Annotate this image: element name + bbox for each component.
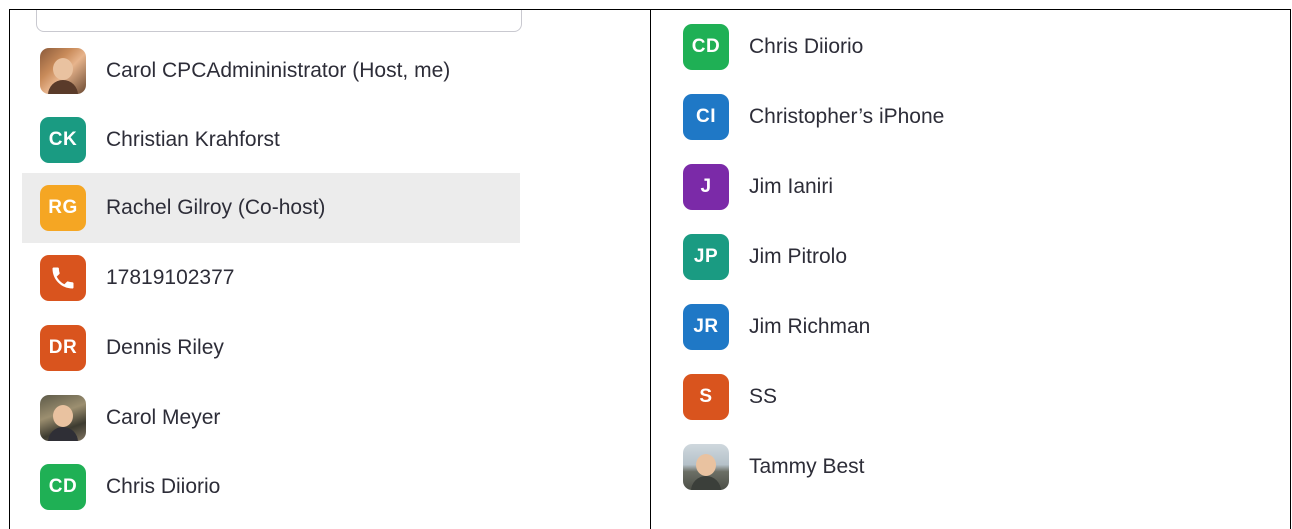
avatar-initials: S (683, 374, 729, 420)
photo-body (48, 427, 78, 441)
participant-row-chris-diiorio[interactable]: CD Chris Diiorio (651, 12, 1291, 82)
participant-name: Jim Pitrolo (749, 245, 848, 268)
search-input[interactable] (36, 10, 522, 32)
phone-icon (40, 255, 86, 301)
participant-name: Dennis Riley (106, 336, 224, 359)
participant-name: SS (749, 385, 778, 408)
participant-row-christopher-s-iphone[interactable]: CI Christopher’s iPhone (651, 82, 1291, 152)
participant-name: Jim Ianiri (749, 175, 834, 198)
avatar-initials: CI (683, 94, 729, 140)
avatar-photo (40, 395, 86, 441)
photo-body (48, 80, 78, 94)
participant-name: Chris Diiorio (749, 35, 864, 58)
participant-row-dennis-riley[interactable]: DR Dennis Riley (22, 313, 520, 383)
participant-name: Christian Krahforst (106, 128, 280, 151)
avatar-initials: JP (683, 234, 729, 280)
participants-panel-left: Carol CPCAdmininistrator (Host, me) CK Chr… (10, 10, 650, 529)
participant-name: Carol CPCAdmininistrator (Host, me) (106, 59, 451, 82)
avatar-initials: JR (683, 304, 729, 350)
photo-face (696, 454, 716, 476)
photo-face (53, 405, 73, 427)
participant-row-17819102377[interactable]: 17819102377 (22, 243, 520, 313)
participant-name: Christopher’s iPhone (749, 105, 945, 128)
participant-name: Rachel Gilroy (Co-host) (106, 196, 326, 219)
participant-row-carol-meyer[interactable]: Carol Meyer (22, 383, 520, 453)
participant-name: 17819102377 (106, 266, 235, 289)
photo-face (53, 58, 73, 80)
participant-name: Jim Richman (749, 315, 871, 338)
avatar-initials: DR (40, 325, 86, 371)
avatar-initials: J (683, 164, 729, 210)
photo-body (691, 476, 721, 490)
participant-row-tammy-best[interactable]: Tammy Best (651, 432, 1291, 502)
avatar-photo (683, 444, 729, 490)
avatar-initials: CK (40, 117, 86, 163)
avatar-initials: CD (683, 24, 729, 70)
participants-panel-right: CD Chris Diiorio CI Christopher’s iPhone J Ji… (651, 10, 1291, 529)
participant-name: Chris Diiorio (106, 475, 221, 498)
participant-row-christian-krahforst[interactable]: CK Christian Krahforst (22, 105, 520, 175)
avatar-photo (40, 48, 86, 94)
participant-row-jim-ianiri[interactable]: J Jim Ianiri (651, 152, 1291, 222)
participant-row-jim-richman[interactable]: JR Jim Richman (651, 292, 1291, 362)
participant-row-rachel-gilroy-co-host[interactable]: RG Rachel Gilroy (Co-host) (22, 173, 520, 243)
participant-row-ss[interactable]: S SS (651, 362, 1291, 432)
participant-name: Carol Meyer (106, 406, 221, 429)
participant-name: Tammy Best (749, 455, 865, 478)
participant-row-jim-pitrolo[interactable]: JP Jim Pitrolo (651, 222, 1291, 292)
participant-row-carol-cpcadmininistrator-host-me[interactable]: Carol CPCAdmininistrator (Host, me) (22, 36, 520, 106)
avatar-initials: RG (40, 185, 86, 231)
avatar-initials: CD (40, 464, 86, 510)
participant-row-chris-diiorio[interactable]: CD Chris Diiorio (22, 452, 520, 522)
